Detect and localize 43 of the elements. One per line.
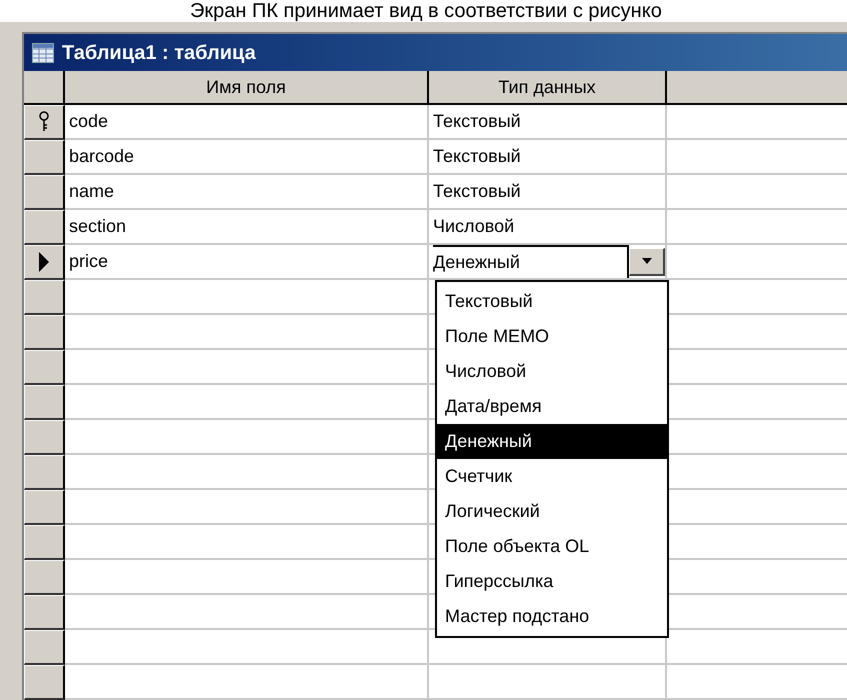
row-selector[interactable] xyxy=(24,420,65,455)
table-cell: barcode xyxy=(65,140,429,175)
list-option[interactable]: Числовой xyxy=(437,354,667,389)
list-option[interactable]: Счетчик xyxy=(437,459,667,494)
list-option[interactable]: Денежный xyxy=(437,424,667,459)
row-selector[interactable] xyxy=(24,630,65,665)
row-selector[interactable] xyxy=(24,140,65,175)
window-title: Таблица1 : таблица xyxy=(62,40,256,66)
table-cell: price xyxy=(65,245,429,280)
list-option[interactable]: Дата/время xyxy=(437,389,667,424)
table-cell: Числовой xyxy=(429,210,667,245)
table-cell: name xyxy=(65,175,429,210)
table-cell: Текстовый xyxy=(429,105,667,140)
list-option[interactable]: Логический xyxy=(437,494,667,529)
row-selector[interactable] xyxy=(24,385,65,420)
row-selector[interactable] xyxy=(24,105,65,140)
caption-text: Экран ПК принимает вид в соответствии с рисунко xyxy=(190,0,662,22)
row-selector[interactable] xyxy=(24,455,65,490)
row-selector[interactable] xyxy=(24,665,65,700)
list-option[interactable]: Гиперссылка xyxy=(437,564,667,599)
list-option[interactable]: Поле объекта OL xyxy=(437,529,667,564)
list-option[interactable]: Мастер подстано xyxy=(437,599,667,634)
table-cell: Текстовый xyxy=(429,140,667,175)
column-header[interactable]: Имя поля xyxy=(65,71,429,103)
row-selector[interactable] xyxy=(24,245,65,280)
table-cell: Текстовый xyxy=(429,175,667,210)
row-selector[interactable] xyxy=(24,210,65,245)
row-selector[interactable] xyxy=(24,560,65,595)
list-option[interactable]: Поле MEMO xyxy=(437,319,667,354)
row-selector[interactable] xyxy=(24,175,65,210)
row-selector[interactable] xyxy=(24,525,65,560)
caret-icon xyxy=(642,258,652,264)
row-selector[interactable] xyxy=(24,595,65,630)
table-cell: code xyxy=(65,105,429,140)
column-header[interactable]: Тип данных xyxy=(429,71,667,103)
row-selector[interactable] xyxy=(24,315,65,350)
row-selector[interactable] xyxy=(24,350,65,385)
row-selector[interactable] xyxy=(24,490,65,525)
list-option[interactable]: Текстовый xyxy=(437,284,667,319)
table-icon xyxy=(32,42,54,62)
dropdown-button[interactable] xyxy=(629,248,665,276)
row-selector[interactable] xyxy=(24,280,65,315)
table-cell: section xyxy=(65,210,429,245)
